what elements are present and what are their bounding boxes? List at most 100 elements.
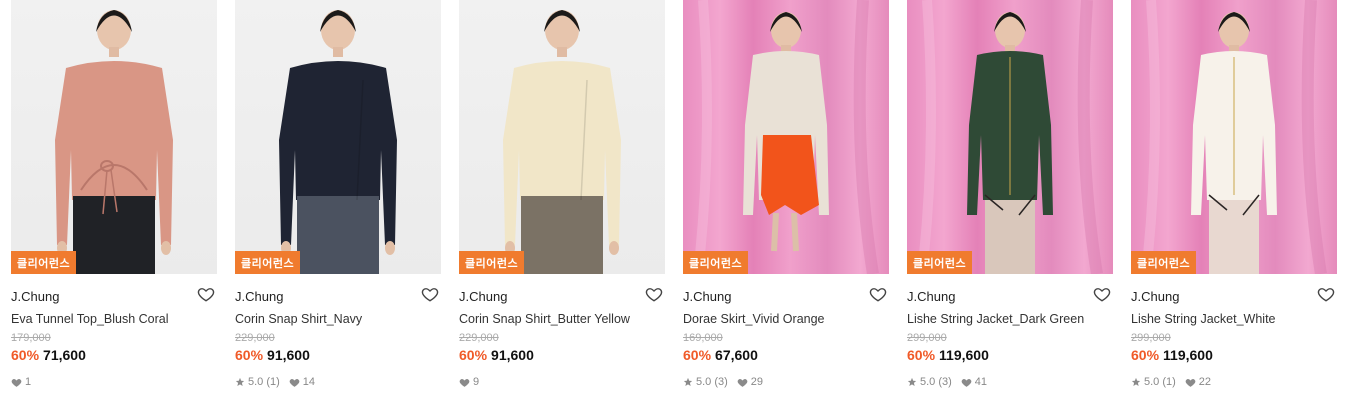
brand-name[interactable]: J.Chung [683,289,731,304]
star-icon [1131,377,1141,386]
product-meta: 5.0 (3) 41 [907,375,1113,389]
product-name[interactable]: Corin Snap Shirt_Butter Yellow [459,312,665,326]
brand-name[interactable]: J.Chung [235,289,283,304]
rating: 5.0 (3) [907,376,952,388]
star-icon [683,377,693,386]
wishlist-button[interactable] [869,285,887,303]
brand-row: J.Chung [459,288,665,306]
product-card[interactable]: 클리어런스 J.Chung Eva Tunnel Top_Blush Coral 17… [11,0,217,416]
sale-price: 119,600 [939,347,989,363]
wishlist-button[interactable] [1093,285,1111,303]
likes-count: 14 [302,376,316,388]
product-card[interactable]: 클리어런스 J.Chung Lishe String Jacket_Dark Gre… [907,0,1113,416]
sale-price: 67,600 [715,347,758,363]
rating-value: 5.0 (1) [248,376,280,388]
model-figure [279,10,397,274]
product-grid: 클리어런스 J.Chung Eva Tunnel Top_Blush Coral 17… [0,0,1350,416]
product-card[interactable]: 클리어런스 J.Chung Corin Snap Shirt_Navy 229,000… [235,0,441,416]
model-figure [503,10,621,274]
brand-name[interactable]: J.Chung [459,289,507,304]
product-image[interactable]: 클리어런스 [907,0,1113,274]
original-price: 299,000 [1131,332,1171,344]
heart-filled-icon [11,378,22,387]
discount-rate: 60% [907,347,936,363]
price-row: 60% 67,600 [683,347,889,363]
price-row: 60% 71,600 [11,347,217,363]
wishlist-button[interactable] [197,285,215,303]
heart-outline-icon [421,288,439,302]
clearance-badge: 클리어런스 [907,251,973,274]
product-image[interactable]: 클리어런스 [459,0,665,274]
discount-rate: 60% [459,347,488,363]
product-meta: 5.0 (1) 22 [1131,375,1337,389]
model-figure [693,0,879,274]
product-card[interactable]: 클리어런스 J.Chung Lishe String Jacket_White 299… [1131,0,1337,416]
sale-price: 91,600 [267,347,310,363]
product-meta: 1 [11,375,217,389]
wishlist-button[interactable] [421,285,439,303]
rating-value: 5.0 (3) [696,376,728,388]
clearance-badge: 클리어런스 [11,251,77,274]
original-price: 179,000 [11,332,51,344]
likes: 1 [11,376,31,388]
rating: 5.0 (1) [1131,376,1176,388]
brand-row: J.Chung [235,288,441,306]
product-meta: 9 [459,375,665,389]
product-image[interactable]: 클리어런스 [235,0,441,274]
discount-rate: 60% [11,347,40,363]
product-name[interactable]: Lishe String Jacket_Dark Green [907,312,1113,326]
wishlist-button[interactable] [645,285,663,303]
clearance-badge: 클리어런스 [683,251,749,274]
brand-row: J.Chung [1131,288,1337,306]
rating: 5.0 (1) [235,376,280,388]
product-meta: 5.0 (3) 29 [683,375,889,389]
brand-row: J.Chung [11,288,217,306]
clearance-badge: 클리어런스 [1131,251,1197,274]
price-row: 60% 91,600 [235,347,441,363]
discount-rate: 60% [1131,347,1160,363]
rating: 5.0 (3) [683,376,728,388]
heart-outline-icon [645,288,663,302]
product-card[interactable]: 클리어런스 J.Chung Dorae Skirt_Vivid Orange 169,… [683,0,889,416]
wishlist-button[interactable] [1317,285,1335,303]
product-meta: 5.0 (1) 14 [235,375,441,389]
model-figure [917,0,1103,274]
product-image[interactable]: 클리어런스 [1131,0,1337,274]
price-row: 60% 91,600 [459,347,665,363]
likes: 22 [1185,376,1211,388]
original-price: 229,000 [459,332,499,344]
original-price: 229,000 [235,332,275,344]
clearance-badge: 클리어런스 [235,251,301,274]
sale-price: 91,600 [491,347,534,363]
brand-row: J.Chung [907,288,1113,306]
heart-filled-icon [1185,378,1196,387]
heart-filled-icon [459,378,470,387]
heart-outline-icon [869,288,887,302]
likes: 14 [289,376,315,388]
discount-rate: 60% [235,347,264,363]
brand-name[interactable]: J.Chung [11,289,59,304]
heart-filled-icon [289,378,300,387]
discount-rate: 60% [683,347,712,363]
price-row: 60% 119,600 [907,347,1113,363]
brand-name[interactable]: J.Chung [907,289,955,304]
sale-price: 119,600 [1163,347,1213,363]
likes: 41 [961,376,987,388]
price-row: 60% 119,600 [1131,347,1337,363]
product-image[interactable]: 클리어런스 [683,0,889,274]
product-name[interactable]: Corin Snap Shirt_Navy [235,312,441,326]
star-icon [235,377,245,386]
likes-count: 9 [473,376,480,388]
product-name[interactable]: Eva Tunnel Top_Blush Coral [11,312,217,326]
heart-outline-icon [1317,288,1335,302]
original-price: 299,000 [907,332,947,344]
product-name[interactable]: Lishe String Jacket_White [1131,312,1337,326]
heart-outline-icon [197,288,215,302]
product-name[interactable]: Dorae Skirt_Vivid Orange [683,312,889,326]
product-card[interactable]: 클리어런스 J.Chung Corin Snap Shirt_Butter Yell… [459,0,665,416]
likes-count: 29 [750,376,764,388]
product-image[interactable]: 클리어런스 [11,0,217,274]
likes: 29 [737,376,763,388]
brand-name[interactable]: J.Chung [1131,289,1179,304]
likes: 9 [459,376,479,388]
